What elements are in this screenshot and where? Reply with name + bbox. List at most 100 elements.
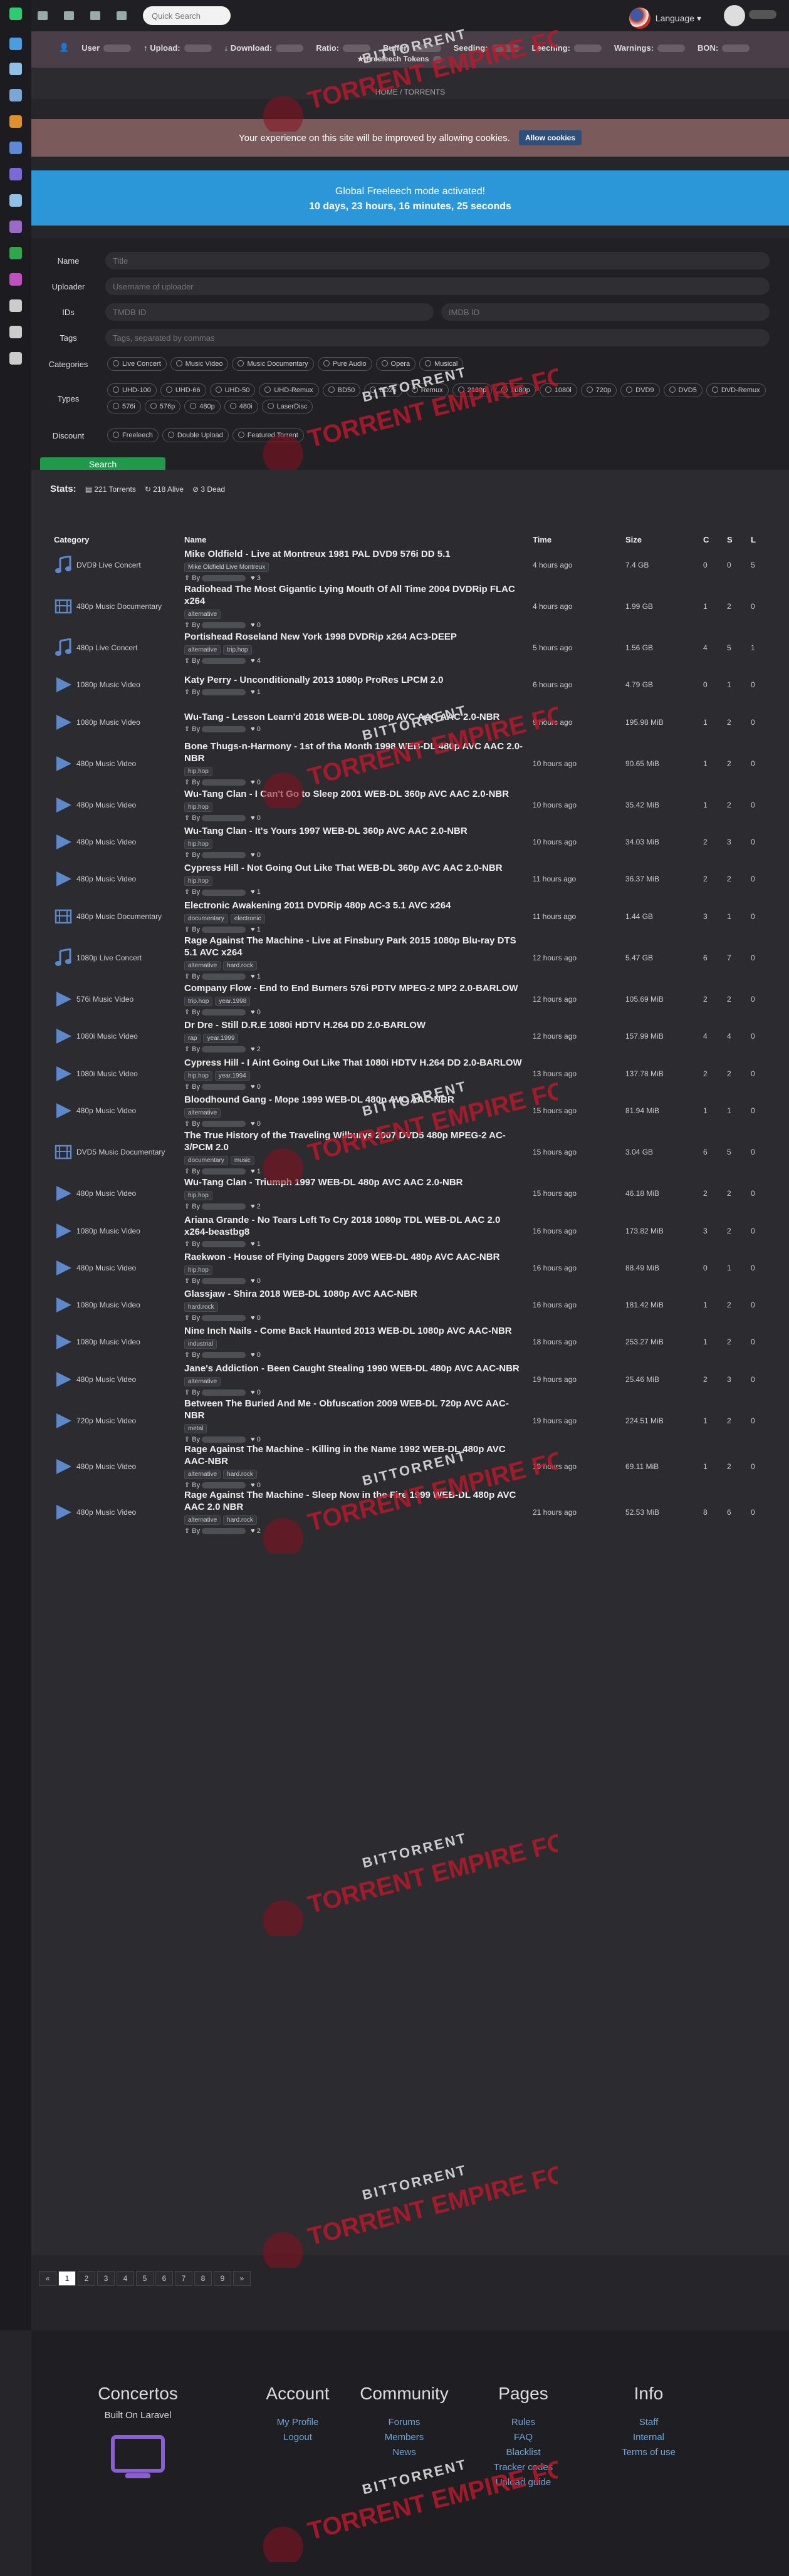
torrent-name-link[interactable]: Portishead Roseland New York 1998 DVDRip… bbox=[184, 631, 525, 643]
torrent-name-link[interactable]: Wu-Tang Clan - It's Yours 1997 WEB-DL 36… bbox=[184, 825, 525, 837]
footer-link[interactable]: Forums bbox=[345, 2415, 464, 2430]
leechers-count[interactable]: 5 bbox=[747, 546, 771, 583]
table-row[interactable]: DVD5 Music Documentary The True History o… bbox=[50, 1130, 771, 1175]
uploader-blurred[interactable] bbox=[202, 974, 246, 980]
seeders-count[interactable]: 3 bbox=[723, 1361, 747, 1398]
type-checkbox[interactable]: 480i bbox=[224, 400, 258, 413]
table-row[interactable]: 480p Music Video Rage Against The Machine… bbox=[50, 1489, 771, 1535]
table-row[interactable]: 576i Music Video Company Flow - End to En… bbox=[50, 980, 771, 1017]
leechers-count[interactable]: 0 bbox=[747, 935, 771, 980]
table-row[interactable]: 1080p Music Video Glassjaw - Shira 2018 W… bbox=[50, 1286, 771, 1323]
discount-checkbox[interactable]: Double Upload bbox=[162, 428, 229, 442]
uploader-blurred[interactable] bbox=[202, 1083, 246, 1090]
uploader-blurred[interactable] bbox=[202, 1436, 246, 1443]
help-icon[interactable] bbox=[9, 352, 22, 365]
torrent-name-link[interactable]: Bone Thugs-n-Harmony - 1st of tha Month … bbox=[184, 740, 525, 764]
trophy-icon[interactable] bbox=[117, 11, 127, 20]
discount-checkbox[interactable]: Freeleech bbox=[107, 428, 159, 442]
category[interactable]: 480p Music Documentary bbox=[54, 597, 177, 616]
tag-badge[interactable]: alternative bbox=[184, 645, 221, 655]
page-prev[interactable]: « bbox=[39, 2271, 56, 2286]
avatar[interactable] bbox=[724, 5, 745, 26]
completed-count[interactable]: 3 bbox=[699, 898, 723, 935]
tag-badge[interactable]: hard.rock bbox=[223, 1470, 257, 1480]
category[interactable]: 480p Music Video bbox=[54, 1370, 177, 1389]
completed-count[interactable]: 1 bbox=[699, 704, 723, 740]
footer-link[interactable]: Rules bbox=[464, 2415, 583, 2430]
seeders-count[interactable]: 2 bbox=[723, 704, 747, 740]
username-blurred[interactable] bbox=[749, 10, 776, 19]
tag-badge[interactable]: hip.hop bbox=[184, 876, 212, 886]
type-checkbox[interactable]: DVD9 bbox=[620, 383, 660, 397]
seeders-count[interactable]: 1 bbox=[723, 1092, 747, 1129]
upload-icon[interactable] bbox=[9, 115, 22, 128]
leechers-count[interactable]: 0 bbox=[747, 1212, 771, 1249]
completed-count[interactable]: 0 bbox=[699, 546, 723, 583]
completed-count[interactable]: 1 bbox=[699, 740, 723, 786]
uploader-blurred[interactable] bbox=[202, 574, 246, 581]
footer-link[interactable]: Logout bbox=[238, 2430, 357, 2445]
category-checkbox[interactable]: Music Documentary bbox=[232, 357, 314, 371]
tag-badge[interactable]: alternative bbox=[184, 1515, 221, 1525]
completed-count[interactable]: 3 bbox=[699, 1212, 723, 1249]
page-3[interactable]: 3 bbox=[97, 2271, 115, 2286]
torrent-name-link[interactable]: Raekwon - House of Flying Daggers 2009 W… bbox=[184, 1251, 525, 1263]
uploader-blurred[interactable] bbox=[202, 779, 246, 786]
torrent-name-link[interactable]: Ariana Grande - No Tears Left To Cry 201… bbox=[184, 1214, 525, 1238]
footer-link[interactable]: News bbox=[345, 2445, 464, 2460]
seeders-count[interactable]: 2 bbox=[723, 1055, 747, 1092]
footer-link[interactable]: FAQ bbox=[464, 2430, 583, 2445]
seeders-count[interactable]: 2 bbox=[723, 1286, 747, 1323]
uploader-blurred[interactable] bbox=[202, 1482, 246, 1489]
home-icon[interactable] bbox=[9, 38, 22, 50]
col-name[interactable]: Name bbox=[180, 532, 529, 546]
leechers-count[interactable]: 0 bbox=[747, 1055, 771, 1092]
uploader-blurred[interactable] bbox=[202, 1528, 246, 1535]
tag-badge[interactable]: hard.rock bbox=[223, 1515, 257, 1525]
completed-count[interactable]: 2 bbox=[699, 1361, 723, 1398]
tag-badge[interactable]: hip.hop bbox=[184, 1191, 212, 1201]
category[interactable]: 480p Live Concert bbox=[54, 638, 177, 657]
type-checkbox[interactable]: DVD-Remux bbox=[706, 383, 766, 397]
table-row[interactable]: DVD9 Live Concert Mike Oldfield - Live at… bbox=[50, 546, 771, 583]
seeders-count[interactable]: 2 bbox=[723, 1398, 747, 1443]
torrent-name-link[interactable]: The True History of the Traveling Wilbur… bbox=[184, 1130, 525, 1153]
mail-icon[interactable] bbox=[9, 299, 22, 312]
tag-badge[interactable]: documentary bbox=[184, 1155, 228, 1165]
col-size[interactable]: Size bbox=[622, 532, 699, 546]
col-category[interactable]: Category bbox=[50, 532, 180, 546]
completed-count[interactable]: 2 bbox=[699, 861, 723, 898]
category[interactable]: 1080i Music Video bbox=[54, 1064, 177, 1083]
discount-checkbox[interactable]: Featured Torrent bbox=[232, 428, 304, 442]
type-checkbox[interactable]: UHD-100 bbox=[107, 383, 157, 397]
seeders-count[interactable]: 5 bbox=[723, 1130, 747, 1175]
table-row[interactable]: 1080p Music Video Ariana Grande - No Tear… bbox=[50, 1212, 771, 1249]
type-checkbox[interactable]: 2160p bbox=[452, 383, 493, 397]
tag-badge[interactable]: documentary bbox=[184, 913, 228, 923]
completed-count[interactable]: 1 bbox=[699, 1286, 723, 1323]
completed-count[interactable]: 6 bbox=[699, 935, 723, 980]
page-next[interactable]: » bbox=[233, 2271, 251, 2286]
torrent-name-link[interactable]: Wu-Tang - Lesson Learn'd 2018 WEB-DL 108… bbox=[184, 711, 525, 723]
tag-badge[interactable]: hip.hop bbox=[184, 802, 212, 812]
page-6[interactable]: 6 bbox=[155, 2271, 173, 2286]
page-7[interactable]: 7 bbox=[175, 2271, 192, 2286]
info-icon[interactable] bbox=[9, 326, 22, 338]
category[interactable]: 1080p Music Video bbox=[54, 675, 177, 694]
tags-input[interactable] bbox=[105, 329, 770, 346]
language-selector[interactable]: Language ▾ bbox=[629, 8, 701, 29]
gift-icon[interactable] bbox=[9, 247, 22, 259]
table-row[interactable]: 1080i Music Video Cypress Hill - I Aint G… bbox=[50, 1055, 771, 1092]
table-row[interactable]: 480p Music Video Wu-Tang Clan - Triumph 1… bbox=[50, 1175, 771, 1212]
tag-badge[interactable]: hard.rock bbox=[223, 961, 257, 971]
breadcrumb-text[interactable]: HOME / TORRENTS bbox=[375, 88, 446, 96]
imdb-input[interactable] bbox=[441, 303, 770, 321]
tag-badge[interactable]: rap bbox=[184, 1034, 201, 1044]
torrent-name-link[interactable]: Bloodhound Gang - Mope 1999 WEB-DL 480p … bbox=[184, 1094, 525, 1106]
table-row[interactable]: 480p Music Video Jane's Addiction - Been … bbox=[50, 1361, 771, 1398]
type-checkbox[interactable]: BD25 bbox=[364, 383, 402, 397]
table-row[interactable]: 480p Music Documentary Radiohead The Most… bbox=[50, 583, 771, 629]
table-row[interactable]: 480p Music Video Raekwon - House of Flyin… bbox=[50, 1249, 771, 1286]
documents-icon[interactable] bbox=[9, 89, 22, 101]
table-row[interactable]: 1080p Music Video Wu-Tang - Lesson Learn'… bbox=[50, 704, 771, 740]
